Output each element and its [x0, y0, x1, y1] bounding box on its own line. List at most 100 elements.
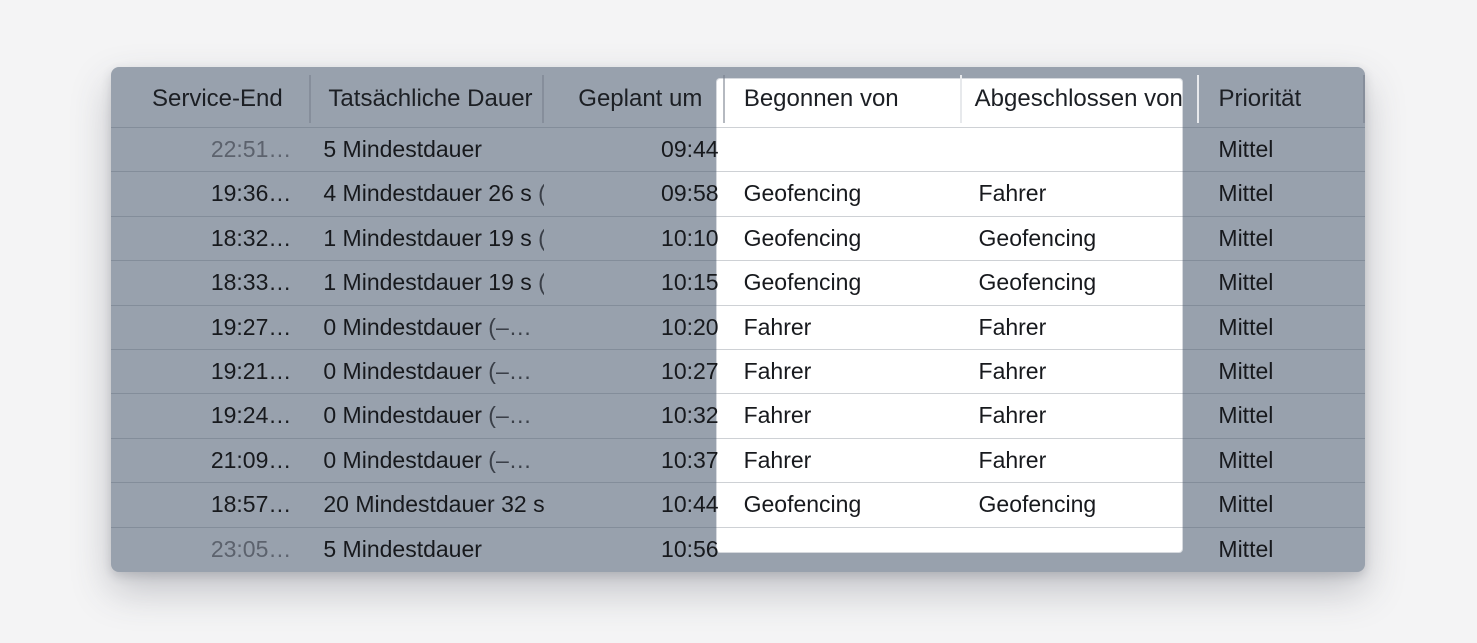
column-header-begonnen-von[interactable]: Begonnen von [725, 75, 962, 123]
table-row[interactable]: 19:24… 0 Mindestdauer (–… 10:32 Fahrer F… [111, 393, 1365, 437]
column-header-geplant-um[interactable]: Geplant um [544, 75, 725, 123]
table-row[interactable]: 18:33… 1 Mindestdauer 19 s (–… 10:15 Geo… [111, 260, 1365, 304]
cell-service-end: 18:33… [210, 269, 292, 296]
table-row[interactable]: 18:57… 20 Mindestdauer 32 s (+… 10:44 Ge… [111, 482, 1365, 526]
row-leading-spacer [111, 217, 122, 260]
cell-dauer-value: 0 Mindestdauer [323, 357, 482, 384]
cell-abgeschlossen-von: Geofencing [962, 217, 1200, 260]
cell-service-end: 19:21… [210, 357, 292, 384]
cell-dauer-value: 5 Mindestdauer [323, 136, 482, 162]
cell-dauer-delta: (–… [532, 180, 544, 206]
cell-tatsaechliche-dauer: 1 Mindestdauer 19 s (–… [311, 261, 544, 304]
cell-abgeschlossen-von: Fahrer [962, 306, 1200, 349]
table-header: Service-End Tatsächliche Dauer Geplant u… [111, 67, 1365, 127]
cell-tatsaechliche-dauer: 5 Mindestdauer [311, 128, 544, 171]
cell-prioritaet: Mittel [1218, 446, 1274, 473]
cell-prioritaet: Mittel [1218, 491, 1274, 518]
cell-dauer-value: 20 Mindestdauer 32 s [323, 491, 545, 518]
cell-service-end: 19:24… [210, 402, 292, 429]
cell-prioritaet: Mittel [1218, 535, 1274, 562]
cell-prioritaet: Mittel [1218, 224, 1274, 251]
cell-dauer-delta: (–… [532, 269, 544, 295]
cell-tatsaechliche-dauer: 0 Mindestdauer (–… [311, 350, 544, 393]
cell-prioritaet: Mittel [1218, 269, 1274, 296]
cell-geplant-um: 10:27 [661, 357, 719, 384]
row-leading-spacer [111, 483, 122, 526]
cell-geplant-um: 09:44 [661, 136, 719, 162]
cell-dauer-value: 0 Mindestdauer [323, 446, 482, 473]
cell-begonnen-von [725, 528, 962, 571]
cell-dauer-value: 0 Mindestdauer [323, 402, 482, 429]
table-row[interactable]: 19:27… 0 Mindestdauer (–… 10:20 Fahrer F… [111, 304, 1365, 349]
cell-geplant-um: 10:10 [661, 224, 719, 251]
cell-prioritaet: Mittel [1218, 313, 1274, 340]
column-header-service-end[interactable]: Service-End [122, 75, 312, 123]
cell-geplant-um: 09:58 [661, 180, 719, 207]
table-row[interactable]: 23:05… 5 Mindestdauer 10:56 Mittel [111, 526, 1365, 571]
row-leading-spacer [111, 172, 122, 215]
cell-geplant-um: 10:32 [661, 402, 719, 429]
cell-dauer-value: 4 Mindestdauer 26 s [323, 180, 532, 207]
cell-service-end: 21:09… [210, 446, 292, 473]
table-row[interactable]: 19:36… 4 Mindestdauer 26 s (–… 09:58 Geo… [111, 171, 1365, 215]
cell-service-end: 22:51… [210, 136, 292, 162]
table-row[interactable]: 19:21… 0 Mindestdauer (–… 10:27 Fahrer F… [111, 348, 1365, 393]
cell-service-end: 18:32… [210, 224, 292, 251]
cell-service-end: 18:57… [210, 491, 292, 518]
cell-abgeschlossen-von: Fahrer [962, 350, 1200, 393]
column-header-prioritaet[interactable]: Priorität [1199, 75, 1365, 123]
cell-begonnen-von: Fahrer [725, 306, 962, 349]
cell-begonnen-von [725, 128, 962, 171]
row-leading-spacer [111, 528, 122, 571]
cell-tatsaechliche-dauer: 1 Mindestdauer 19 s (–… [311, 217, 544, 260]
cell-prioritaet: Mittel [1218, 180, 1274, 207]
row-leading-spacer [111, 350, 122, 393]
table-row[interactable]: 21:09… 0 Mindestdauer (–… 10:37 Fahrer F… [111, 437, 1365, 482]
cell-dauer-delta: (–… [481, 313, 532, 340]
screenshot-stage: Service-End Tatsächliche Dauer Geplant u… [0, 0, 1477, 643]
cell-tatsaechliche-dauer: 5 Mindestdauer [311, 528, 544, 571]
cell-dauer-value: 1 Mindestdauer 19 s [323, 269, 532, 296]
cell-tatsaechliche-dauer: 0 Mindestdauer (–… [311, 306, 544, 349]
cell-geplant-um: 10:56 [661, 535, 719, 562]
header-leading-spacer [111, 67, 122, 127]
cell-service-end: 19:27… [210, 313, 292, 340]
column-header-abgeschlossen-von[interactable]: Abgeschlossen von [962, 75, 1200, 123]
table-row[interactable]: 18:32… 1 Mindestdauer 19 s (–… 10:10 Geo… [111, 215, 1365, 260]
cell-begonnen-von: Fahrer [725, 439, 962, 482]
cell-dauer-value: 1 Mindestdauer 19 s [323, 224, 532, 251]
column-header-tatsaechliche-dauer[interactable]: Tatsächliche Dauer [311, 75, 545, 123]
cell-begonnen-von: Geofencing [725, 483, 962, 526]
cell-geplant-um: 10:44 [661, 491, 719, 518]
cell-dauer-delta: (–… [481, 357, 532, 384]
cell-tatsaechliche-dauer: 0 Mindestdauer (–… [311, 394, 544, 437]
service-table: Service-End Tatsächliche Dauer Geplant u… [111, 67, 1365, 571]
cell-geplant-um: 10:15 [661, 269, 719, 296]
cell-abgeschlossen-von: Geofencing [962, 483, 1200, 526]
table-body: 22:51… 5 Mindestdauer 09:44 Mittel 19:36… [111, 127, 1365, 571]
row-leading-spacer [111, 394, 122, 437]
table-row[interactable]: 22:51… 5 Mindestdauer 09:44 Mittel [111, 127, 1365, 171]
cell-prioritaet: Mittel [1218, 357, 1274, 384]
cell-dauer-delta: (–… [532, 225, 544, 251]
cell-abgeschlossen-von: Fahrer [962, 394, 1200, 437]
cell-begonnen-von: Fahrer [725, 394, 962, 437]
cell-dauer-delta: (–… [481, 446, 532, 473]
service-table-panel: Service-End Tatsächliche Dauer Geplant u… [111, 67, 1365, 572]
row-leading-spacer [111, 306, 122, 349]
cell-dauer-value: 0 Mindestdauer [323, 313, 482, 340]
cell-dauer-delta: (–… [481, 402, 532, 429]
cell-tatsaechliche-dauer: 4 Mindestdauer 26 s (–… [311, 172, 544, 215]
cell-service-end: 23:05… [210, 535, 292, 562]
cell-begonnen-von: Geofencing [725, 261, 962, 304]
cell-prioritaet: Mittel [1218, 136, 1274, 162]
cell-tatsaechliche-dauer: 20 Mindestdauer 32 s (+… [311, 483, 544, 526]
row-leading-spacer [111, 128, 122, 171]
cell-geplant-um: 10:37 [661, 446, 719, 473]
cell-begonnen-von: Geofencing [725, 172, 962, 215]
cell-abgeschlossen-von: Fahrer [962, 172, 1200, 215]
cell-tatsaechliche-dauer: 0 Mindestdauer (–… [311, 439, 544, 482]
cell-prioritaet: Mittel [1218, 402, 1274, 429]
row-leading-spacer [111, 439, 122, 482]
cell-dauer-value: 5 Mindestdauer [323, 535, 482, 562]
